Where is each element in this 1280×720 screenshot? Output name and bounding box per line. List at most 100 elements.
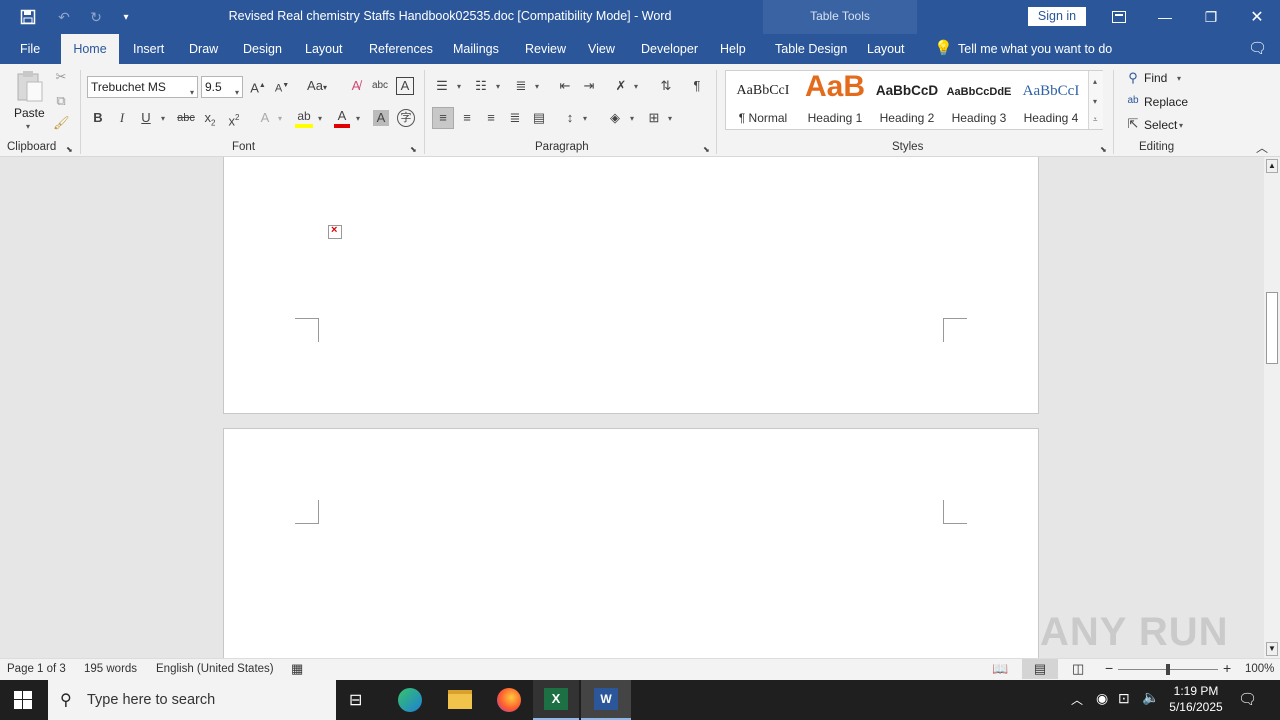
restore-icon[interactable]: ❐ <box>1188 0 1234 34</box>
style-heading-1[interactable]: AaB Heading 1 <box>799 71 871 129</box>
tell-me-search[interactable]: Tell me what you want to do <box>952 34 1118 64</box>
justify-icon[interactable]: ≣ <box>506 110 524 126</box>
subscript-icon[interactable]: x2 <box>202 110 218 132</box>
zoom-level[interactable]: 100% <box>1245 663 1274 675</box>
language[interactable]: English (United States) <box>156 663 274 675</box>
bullets-icon[interactable]: ☰ <box>433 78 451 94</box>
track-changes-icon[interactable]: ▦ <box>291 661 303 677</box>
line-spacing-icon[interactable]: ↕ <box>561 110 579 126</box>
enclose-characters-icon[interactable]: 字 <box>397 109 415 127</box>
tab-view[interactable]: View <box>582 34 621 64</box>
edge-icon[interactable] <box>398 688 422 712</box>
notifications-icon[interactable]: 🗨 <box>1238 690 1257 708</box>
change-case-icon[interactable]: Aa▾ <box>302 78 332 96</box>
style-normal[interactable]: AaBbCcI ¶ Normal <box>727 71 799 129</box>
page-1[interactable]: × <box>223 157 1039 414</box>
tab-help[interactable]: Help <box>714 34 752 64</box>
tab-home[interactable]: Home <box>61 34 119 64</box>
ribbon-display-options-icon[interactable] <box>1096 0 1142 34</box>
distributed-icon[interactable]: ▤ <box>530 110 548 126</box>
font-size-combo[interactable]: 9.5 ▾ <box>201 76 243 98</box>
network-icon[interactable]: ⊡ <box>1118 690 1130 707</box>
collapse-ribbon-icon[interactable]: ︿ <box>1256 140 1268 156</box>
tab-insert[interactable]: Insert <box>127 34 170 64</box>
borders-icon[interactable]: ⊞ <box>645 110 663 126</box>
style-heading-4[interactable]: AaBbCcI Heading 4 <box>1015 71 1087 129</box>
font-family-combo[interactable]: Trebuchet MS ▾ <box>87 76 198 98</box>
tab-table-design[interactable]: Table Design <box>769 34 853 64</box>
copy-icon[interactable]: ⧉ <box>53 93 69 109</box>
sort-icon[interactable]: ⇅ <box>657 78 675 94</box>
align-center-icon[interactable]: ≡ <box>458 110 476 126</box>
style-heading-2[interactable]: AaBbCcD Heading 2 <box>871 71 943 129</box>
shrink-font-icon[interactable]: A▼ <box>273 78 291 97</box>
tab-table-layout[interactable]: Layout <box>861 34 911 64</box>
firefox-icon[interactable] <box>497 688 521 712</box>
file-explorer-icon[interactable] <box>448 690 472 709</box>
close-icon[interactable]: ✕ <box>1234 0 1280 34</box>
paste-button[interactable]: Paste ▾ <box>10 70 50 131</box>
scroll-up-icon[interactable]: ▲ <box>1266 159 1278 173</box>
page-2[interactable] <box>223 428 1039 658</box>
italic-icon[interactable]: I <box>114 110 130 126</box>
comments-icon[interactable]: 🗨 <box>1242 34 1273 64</box>
tab-draw[interactable]: Draw <box>183 34 224 64</box>
paragraph-launcher-icon[interactable]: ⬊ <box>703 142 710 158</box>
web-layout-icon[interactable]: ◫ <box>1072 661 1084 677</box>
clear-formatting-icon[interactable]: A̸ <box>347 78 365 94</box>
strikethrough-icon[interactable]: abc <box>176 110 196 126</box>
word-count[interactable]: 195 words <box>84 663 137 675</box>
find-button[interactable]: ⚲ Find ▾ <box>1125 70 1195 88</box>
align-right-icon[interactable]: ≡ <box>482 110 500 126</box>
print-layout-icon[interactable]: ▤ <box>1022 659 1058 679</box>
clipboard-launcher-icon[interactable]: ⬊ <box>66 142 73 158</box>
page-counter[interactable]: Page 1 of 3 <box>7 663 66 675</box>
show-hidden-icons[interactable]: ︿ <box>1071 691 1083 708</box>
styles-launcher-icon[interactable]: ⬊ <box>1100 142 1107 158</box>
zoom-in-icon[interactable]: + <box>1223 660 1231 676</box>
select-button[interactable]: ⇱ Select ▾ <box>1125 116 1195 134</box>
document-canvas[interactable]: × <box>0 157 1264 658</box>
styles-scroll[interactable]: ▴ ▾ ⩡ <box>1088 71 1103 129</box>
decrease-indent-icon[interactable]: ⇤ <box>556 78 574 94</box>
replace-button[interactable]: ab Replace <box>1125 93 1195 111</box>
highlight-color-icon[interactable]: ab <box>294 108 314 128</box>
tab-design[interactable]: Design <box>237 34 288 64</box>
character-border-icon[interactable]: A <box>396 77 414 95</box>
tab-mailings[interactable]: Mailings <box>447 34 505 64</box>
vertical-scrollbar[interactable]: ▲ ▼ <box>1264 157 1280 658</box>
word-taskbar-button[interactable]: W <box>581 680 631 720</box>
show-formatting-icon[interactable]: ¶ <box>688 78 706 94</box>
clock[interactable]: 1:19 PM 5/16/2025 <box>1164 684 1228 714</box>
windows-start-icon[interactable] <box>14 691 32 712</box>
meet-now-icon[interactable]: ◉ <box>1096 690 1108 707</box>
increase-indent-icon[interactable]: ⇥ <box>580 78 598 94</box>
multilevel-list-icon[interactable]: ≣ <box>512 78 530 94</box>
font-launcher-icon[interactable]: ⬊ <box>410 142 417 158</box>
cut-icon[interactable]: ✂ <box>53 69 69 85</box>
format-painter-icon[interactable]: 🖌 <box>53 115 70 131</box>
tab-references[interactable]: References <box>363 34 439 64</box>
broken-image-icon[interactable]: × <box>328 224 342 239</box>
phonetic-guide-icon[interactable]: abc <box>371 78 389 94</box>
tab-layout[interactable]: Layout <box>299 34 349 64</box>
volume-icon[interactable]: 🔈 <box>1142 689 1159 706</box>
tab-review[interactable]: Review <box>519 34 572 64</box>
minimize-icon[interactable]: — <box>1142 0 1188 34</box>
task-view-icon[interactable]: ⊟ <box>349 690 362 710</box>
character-shading-icon[interactable]: A <box>373 110 389 126</box>
tab-file[interactable]: File <box>14 34 46 64</box>
read-mode-icon[interactable]: 📖 <box>992 661 1008 677</box>
zoom-slider-thumb[interactable] <box>1166 664 1170 675</box>
scroll-down-icon[interactable]: ▼ <box>1266 642 1278 656</box>
zoom-out-icon[interactable]: − <box>1105 660 1113 676</box>
excel-taskbar-button[interactable]: X <box>533 680 579 720</box>
asian-layout-icon[interactable]: ✗ <box>612 78 630 94</box>
shading-icon[interactable]: ◈ <box>606 110 624 126</box>
grow-font-icon[interactable]: A▲ <box>249 78 267 96</box>
text-effects-icon[interactable]: A <box>256 110 274 126</box>
underline-icon[interactable]: U <box>138 110 154 126</box>
align-left-icon[interactable]: ≡ <box>432 107 454 129</box>
scroll-thumb[interactable] <box>1266 292 1278 364</box>
sign-in-button[interactable]: Sign in <box>1028 7 1086 26</box>
